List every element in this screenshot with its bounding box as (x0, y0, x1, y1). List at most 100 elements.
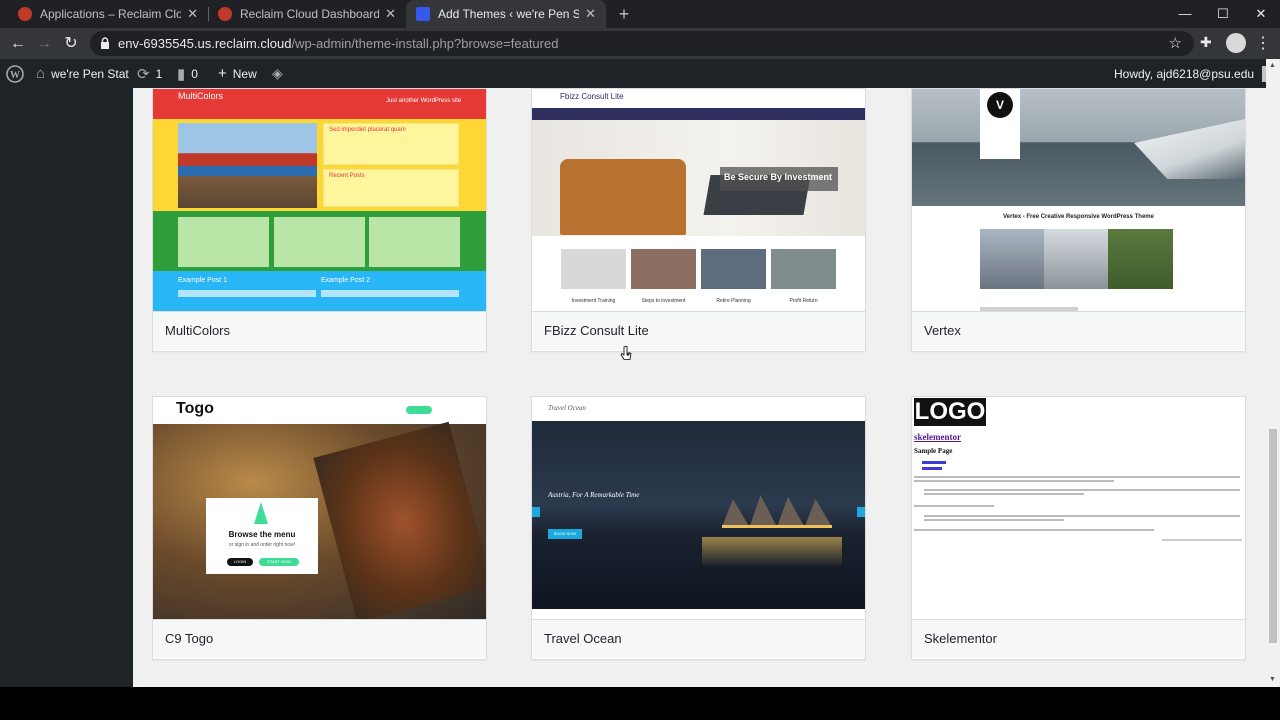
theme-name-bar: Travel Ocean (532, 619, 865, 658)
my-account-link[interactable]: Howdy, ajd6218@psu.edu (1114, 59, 1279, 88)
address-bar[interactable]: env-6935545.us.reclaim.cloud/wp-admin/th… (90, 31, 1194, 56)
preview-site-title: MultiColors (178, 91, 224, 101)
theme-name: C9 Togo (165, 631, 214, 646)
new-label: New (232, 66, 257, 81)
updates-icon: ⟳ (137, 65, 150, 83)
theme-name: Vertex (924, 323, 961, 338)
tab-add-themes[interactable]: Add Themes ‹ we're Pen Stat — W ✕ (406, 0, 606, 28)
window-close-icon[interactable]: ✕ (1242, 0, 1280, 28)
wordpress-favicon-icon (416, 7, 430, 21)
reload-icon[interactable]: ↻ (59, 32, 83, 56)
updates-link[interactable]: ⟳ 1 (137, 59, 162, 88)
plugin-diamond-icon[interactable]: ◈ (272, 59, 289, 88)
theme-card-travel-ocean[interactable]: Travel Ocean Austria, For A Remarkable T… (531, 396, 866, 660)
reclaim-favicon-icon (18, 7, 32, 21)
preview-card-label: Investment Training (571, 298, 616, 304)
tab-title: Reclaim Cloud Dashboard (240, 7, 380, 21)
preview-login-button: LOGIN (233, 559, 247, 564)
theme-name-bar: FBizz Consult Lite (532, 311, 865, 350)
plus-icon: + (218, 65, 227, 82)
preview-start-button: START NOW (267, 559, 291, 564)
theme-screenshot: Travel Ocean Austria, For A Remarkable T… (532, 397, 865, 619)
theme-name: FBizz Consult Lite (544, 323, 649, 338)
bookmark-star-icon[interactable]: ☆ (1169, 34, 1182, 52)
reclaim-favicon-icon (218, 7, 232, 21)
theme-name: Travel Ocean (544, 631, 622, 646)
tab-dashboard[interactable]: Reclaim Cloud Dashboard ✕ (208, 0, 406, 28)
preview-example-post-2: Example Post 2 (321, 277, 371, 284)
preview-example-post-1: Example Post 1 (178, 277, 228, 284)
preview-logo: Fbizz Consult Lite (560, 92, 624, 101)
theme-card-fbizz-consult-lite[interactable]: Fbizz Consult Lite Be Secure By Investme… (531, 88, 866, 352)
preview-logo: Togo (176, 400, 214, 417)
preview-recent-posts: Recent Posts (329, 173, 365, 179)
wp-admin-bar: W ⌂ we're Pen Stat ⟳ 1 ▮ 0 + New ◈ Howdy… (0, 59, 1280, 88)
preview-menu-sub: or sign in and order right now! (228, 542, 296, 548)
comments-link[interactable]: ▮ 0 (177, 59, 198, 88)
scroll-down-icon[interactable]: ▼ (1269, 676, 1276, 683)
close-icon[interactable]: ✕ (585, 6, 596, 22)
theme-browser: MultiColors Just another WordPress site … (133, 88, 1266, 687)
preview-card-label: Retire Planning (716, 298, 751, 304)
maximize-icon[interactable]: ☐ (1204, 0, 1242, 28)
theme-screenshot: Togo Browse the menu or sign in and orde… (153, 397, 486, 619)
browser-tab-strip: Applications – Reclaim Cloud ✕ Reclaim C… (0, 0, 1280, 28)
home-icon: ⌂ (36, 65, 46, 82)
theme-name-bar: Vertex (912, 311, 1245, 350)
preview-logo: LOGO (914, 398, 986, 425)
theme-name-bar: MultiColors (153, 311, 486, 350)
preview-site-link: skelementor (914, 432, 961, 442)
preview-book-button: BOOK NOW (553, 531, 577, 536)
extensions-icon[interactable]: ✚ (1200, 34, 1212, 51)
theme-screenshot: LOGO skelementor Sample Page (912, 397, 1245, 619)
preview-briefcase (560, 159, 686, 235)
preview-card-label: Profit Return (789, 298, 818, 304)
scroll-up-icon[interactable]: ▲ (1269, 62, 1276, 69)
site-name-label: we're Pen Stat (51, 66, 129, 81)
profile-avatar[interactable] (1226, 33, 1246, 53)
theme-screenshot: MultiColors Just another WordPress site … (153, 89, 486, 311)
theme-name-bar: C9 Togo (153, 619, 486, 658)
howdy-label: Howdy, ajd6218@psu.edu (1114, 66, 1255, 81)
url-text: env-6935545.us.reclaim.cloud/wp-admin/th… (118, 36, 559, 51)
tab-applications[interactable]: Applications – Reclaim Cloud ✕ (8, 0, 208, 28)
new-content-link[interactable]: + New (218, 59, 257, 88)
admin-menu-sidebar (0, 88, 133, 687)
page-scrollbar[interactable]: ▲ ▼ (1266, 59, 1280, 687)
scrollbar-thumb[interactable] (1269, 429, 1277, 643)
browser-toolbar: ← → ↻ env-6935545.us.reclaim.cloud/wp-ad… (0, 28, 1280, 59)
site-name-link[interactable]: ⌂ we're Pen Stat (36, 59, 129, 88)
close-icon[interactable]: ✕ (385, 6, 396, 22)
bottom-letterbox (0, 687, 1280, 720)
theme-card-vertex[interactable]: V Vertex - Free Creative Responsive Word… (911, 88, 1246, 352)
preview-tagline: Just another WordPress site (386, 98, 462, 104)
theme-card-skelementor[interactable]: LOGO skelementor Sample Page Skelementor (911, 396, 1246, 660)
preview-menu-title: Browse the menu (228, 530, 296, 539)
browser-menu-icon[interactable]: ⋮ (1255, 33, 1271, 53)
preview-post-heading: Sed imperdiet placerat quam (329, 127, 406, 133)
preview-headline: Austria, For A Remarkable Time (548, 491, 640, 499)
forward-arrow-icon[interactable]: → (32, 32, 56, 56)
close-icon[interactable]: ✕ (187, 6, 198, 22)
preview-page-title: Sample Page (914, 447, 953, 455)
tab-title: Add Themes ‹ we're Pen Stat — W (438, 7, 580, 21)
back-arrow-icon[interactable]: ← (6, 32, 30, 56)
preview-card-label: Steps to investment (641, 298, 686, 304)
preview-heading: Vertex - Free Creative Responsive WordPr… (1003, 214, 1154, 220)
theme-name: MultiColors (165, 323, 231, 338)
theme-name-bar: Skelementor (912, 619, 1245, 658)
preview-hero-text: Be Secure By Investment (724, 172, 833, 182)
minimize-icon[interactable]: — (1166, 0, 1204, 28)
theme-card-c9-togo[interactable]: Togo Browse the menu or sign in and orde… (152, 396, 487, 660)
theme-card-multicolors[interactable]: MultiColors Just another WordPress site … (152, 88, 487, 352)
preview-logo-letter: V (995, 98, 1004, 112)
comments-count: 0 (191, 66, 198, 81)
preview-boat-photo (178, 123, 317, 208)
lock-icon (101, 37, 109, 49)
theme-name: Skelementor (924, 631, 997, 646)
wordpress-logo-icon[interactable]: W (6, 59, 24, 88)
theme-screenshot: V Vertex - Free Creative Responsive Word… (912, 89, 1245, 311)
tab-title: Applications – Reclaim Cloud (40, 7, 182, 21)
svg-text:W: W (10, 70, 20, 81)
new-tab-button[interactable]: + (614, 4, 634, 24)
